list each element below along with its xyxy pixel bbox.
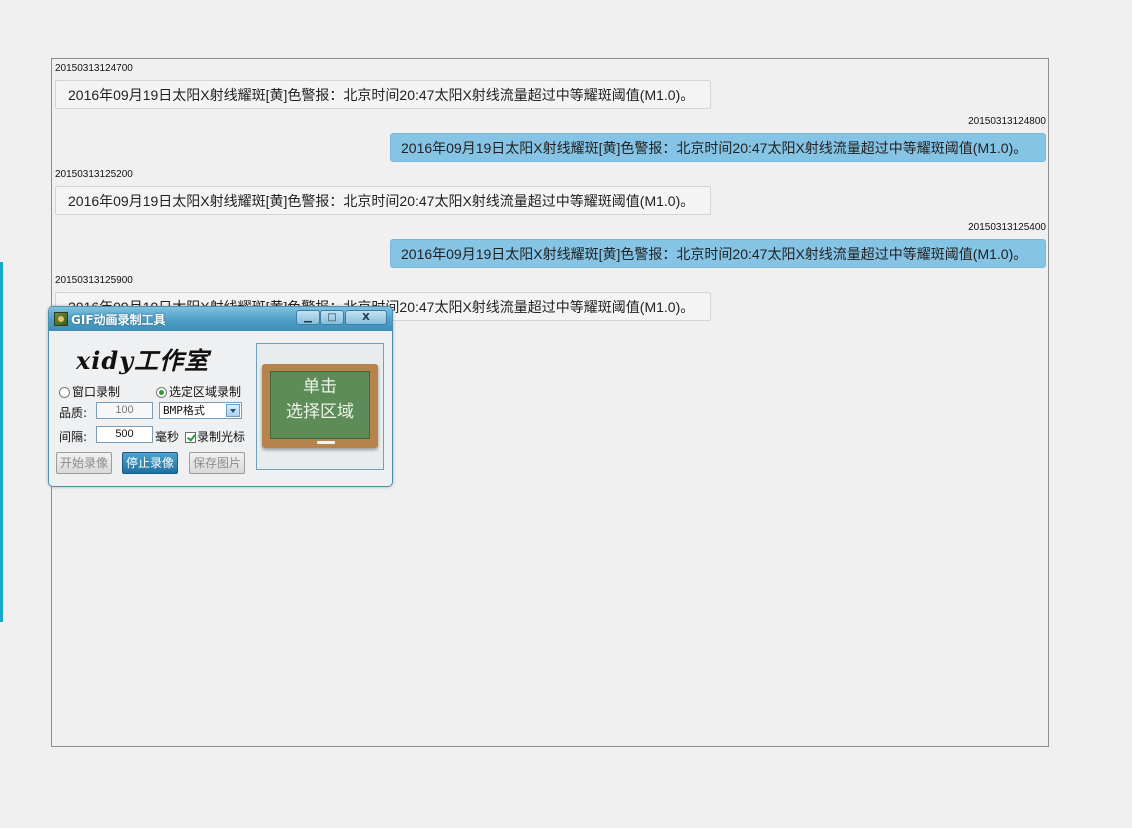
radio-unchecked-icon — [59, 387, 70, 398]
board-text-line1: 单击 — [303, 377, 337, 397]
message-timestamp: 20150313125900 — [55, 275, 133, 286]
radio-region-record[interactable]: 选定区域录制 — [156, 383, 241, 400]
interval-input[interactable]: 500 — [96, 426, 153, 443]
message-timestamp: 20150313125200 — [55, 169, 133, 180]
close-button[interactable]: X — [345, 310, 387, 325]
left-accent-bar — [0, 262, 3, 622]
record-cursor-checkbox[interactable]: 录制光标 — [185, 428, 245, 445]
radio-region-label: 选定区域录制 — [169, 385, 242, 399]
format-select-value: BMP格式 — [163, 404, 205, 417]
message-timestamp: 20150313125400 — [968, 222, 1046, 233]
minimize-button[interactable]: ▁ — [296, 310, 320, 325]
quality-label: 品质: — [59, 406, 88, 420]
start-record-button[interactable]: 开始录像 — [56, 452, 112, 474]
interval-label: 间隔: — [59, 430, 88, 444]
gif-recorder-window[interactable]: GIF动画录制工具 ▁ □ X xidy工作室 窗口录制 选定区域录制 品质: … — [48, 306, 393, 487]
quality-input[interactable]: 100 — [96, 402, 153, 419]
record-cursor-label: 录制光标 — [197, 430, 246, 444]
studio-logo-text: xidy工作室 — [76, 346, 210, 375]
message-bubble-sent[interactable]: 2016年09月19日太阳X射线耀斑[黄]色警报：北京时间20:47太阳X射线流… — [390, 133, 1046, 162]
maximize-button[interactable]: □ — [320, 310, 344, 325]
format-select[interactable]: BMP格式 — [159, 402, 242, 419]
message-bubble-received[interactable]: 2016年09月19日太阳X射线耀斑[黄]色警报：北京时间20:47太阳X射线流… — [55, 186, 711, 215]
window-titlebar[interactable]: GIF动画录制工具 ▁ □ X — [49, 307, 392, 331]
interval-unit: 毫秒 — [155, 430, 180, 444]
stop-record-button[interactable]: 停止录像 — [122, 452, 178, 474]
message-timestamp: 20150313124700 — [55, 63, 133, 74]
checkbox-checked-icon — [185, 432, 196, 443]
select-region-panel[interactable]: 单击 选择区域 — [256, 343, 384, 470]
app-icon — [54, 312, 68, 326]
chalkboard-surface: 单击 选择区域 — [270, 371, 370, 439]
minimize-icon: ▁ — [304, 312, 312, 323]
close-icon: X — [362, 312, 370, 323]
message-bubble-sent[interactable]: 2016年09月19日太阳X射线耀斑[黄]色警报：北京时间20:47太阳X射线流… — [390, 239, 1046, 268]
message-timestamp: 20150313124800 — [968, 116, 1046, 127]
chalkboard-image[interactable]: 单击 选择区域 — [262, 364, 378, 448]
radio-checked-icon — [156, 387, 167, 398]
window-title: GIF动画录制工具 — [71, 313, 166, 327]
maximize-icon: □ — [327, 312, 337, 323]
chalk-icon — [317, 441, 335, 444]
chevron-down-icon[interactable] — [226, 404, 240, 417]
board-text-line2: 选择区域 — [286, 402, 354, 422]
message-bubble-received[interactable]: 2016年09月19日太阳X射线耀斑[黄]色警报：北京时间20:47太阳X射线流… — [55, 80, 711, 109]
radio-window-label: 窗口录制 — [72, 385, 121, 399]
radio-window-record[interactable]: 窗口录制 — [59, 383, 120, 400]
save-image-button[interactable]: 保存图片 — [189, 452, 245, 474]
